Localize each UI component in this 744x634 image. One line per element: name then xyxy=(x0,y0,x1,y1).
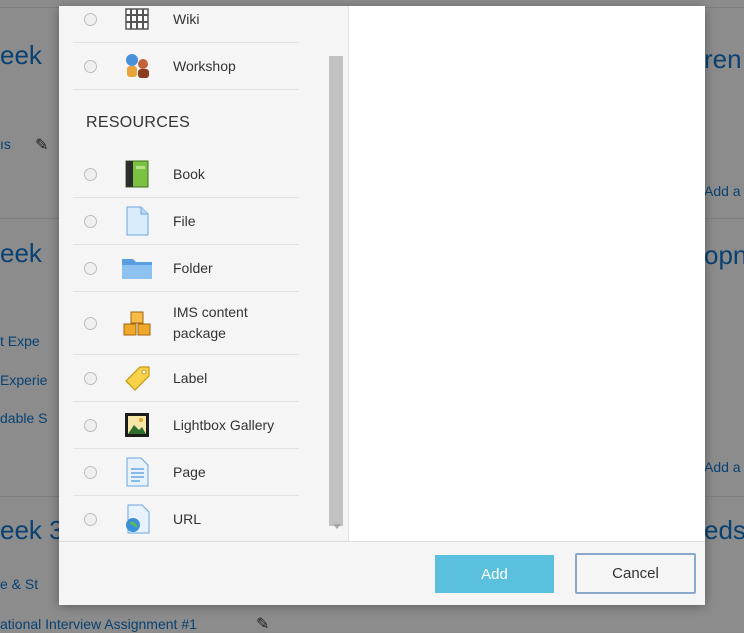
url-globe-icon xyxy=(121,503,153,535)
scroll-down-arrow-icon[interactable] xyxy=(333,524,341,529)
option-lightbox-gallery[interactable]: Lightbox Gallery xyxy=(73,402,299,449)
radio-button[interactable] xyxy=(84,214,97,228)
option-label: Lightbox Gallery xyxy=(173,416,275,433)
radio-button[interactable] xyxy=(84,316,97,330)
book-icon xyxy=(121,158,153,190)
option-label: File xyxy=(173,212,196,229)
option-url[interactable]: URL xyxy=(73,496,299,541)
cancel-button[interactable]: Cancel xyxy=(575,553,696,594)
folder-icon xyxy=(121,252,153,284)
radio-button[interactable] xyxy=(84,465,97,479)
resources-section-title: RESOURCES xyxy=(86,114,191,131)
add-button[interactable]: Add xyxy=(435,555,554,593)
radio-button[interactable] xyxy=(84,371,97,385)
option-label-resource[interactable]: Label xyxy=(73,355,299,402)
option-workshop[interactable]: Workshop xyxy=(73,43,299,90)
option-folder[interactable]: Folder xyxy=(73,245,299,292)
option-book[interactable]: Book xyxy=(73,151,299,198)
option-label: Page xyxy=(173,463,206,480)
radio-button[interactable] xyxy=(84,418,97,432)
option-label: Wiki xyxy=(173,10,200,27)
file-icon xyxy=(121,205,153,237)
image-gallery-icon xyxy=(121,409,153,441)
label-tag-icon xyxy=(121,362,153,394)
activity-chooser-list: Wiki Workshop RESOURCES Book File Folder… xyxy=(59,6,349,541)
radio-button[interactable] xyxy=(84,59,97,73)
option-label: IMS content package xyxy=(173,304,248,341)
option-label: URL xyxy=(173,510,202,527)
add-activity-dialog: Wiki Workshop RESOURCES Book File Folder… xyxy=(59,6,705,605)
workshop-icon xyxy=(121,50,153,82)
option-label: Folder xyxy=(173,259,213,276)
dialog-footer: Add Cancel xyxy=(59,541,705,605)
radio-button[interactable] xyxy=(84,261,97,275)
radio-button[interactable] xyxy=(84,512,97,526)
option-file[interactable]: File xyxy=(73,198,299,245)
option-page[interactable]: Page xyxy=(73,449,299,496)
ims-package-icon xyxy=(121,307,153,339)
option-label: Label xyxy=(173,369,208,386)
radio-button[interactable] xyxy=(84,12,97,26)
option-label: Workshop xyxy=(173,57,236,74)
wiki-icon xyxy=(121,6,153,35)
option-label: Book xyxy=(173,165,205,182)
option-ims-content-package[interactable]: IMS content package xyxy=(73,292,299,355)
radio-button[interactable] xyxy=(84,167,97,181)
scrollbar-thumb[interactable] xyxy=(329,56,343,526)
option-wiki[interactable]: Wiki xyxy=(73,6,299,43)
page-icon xyxy=(121,456,153,488)
